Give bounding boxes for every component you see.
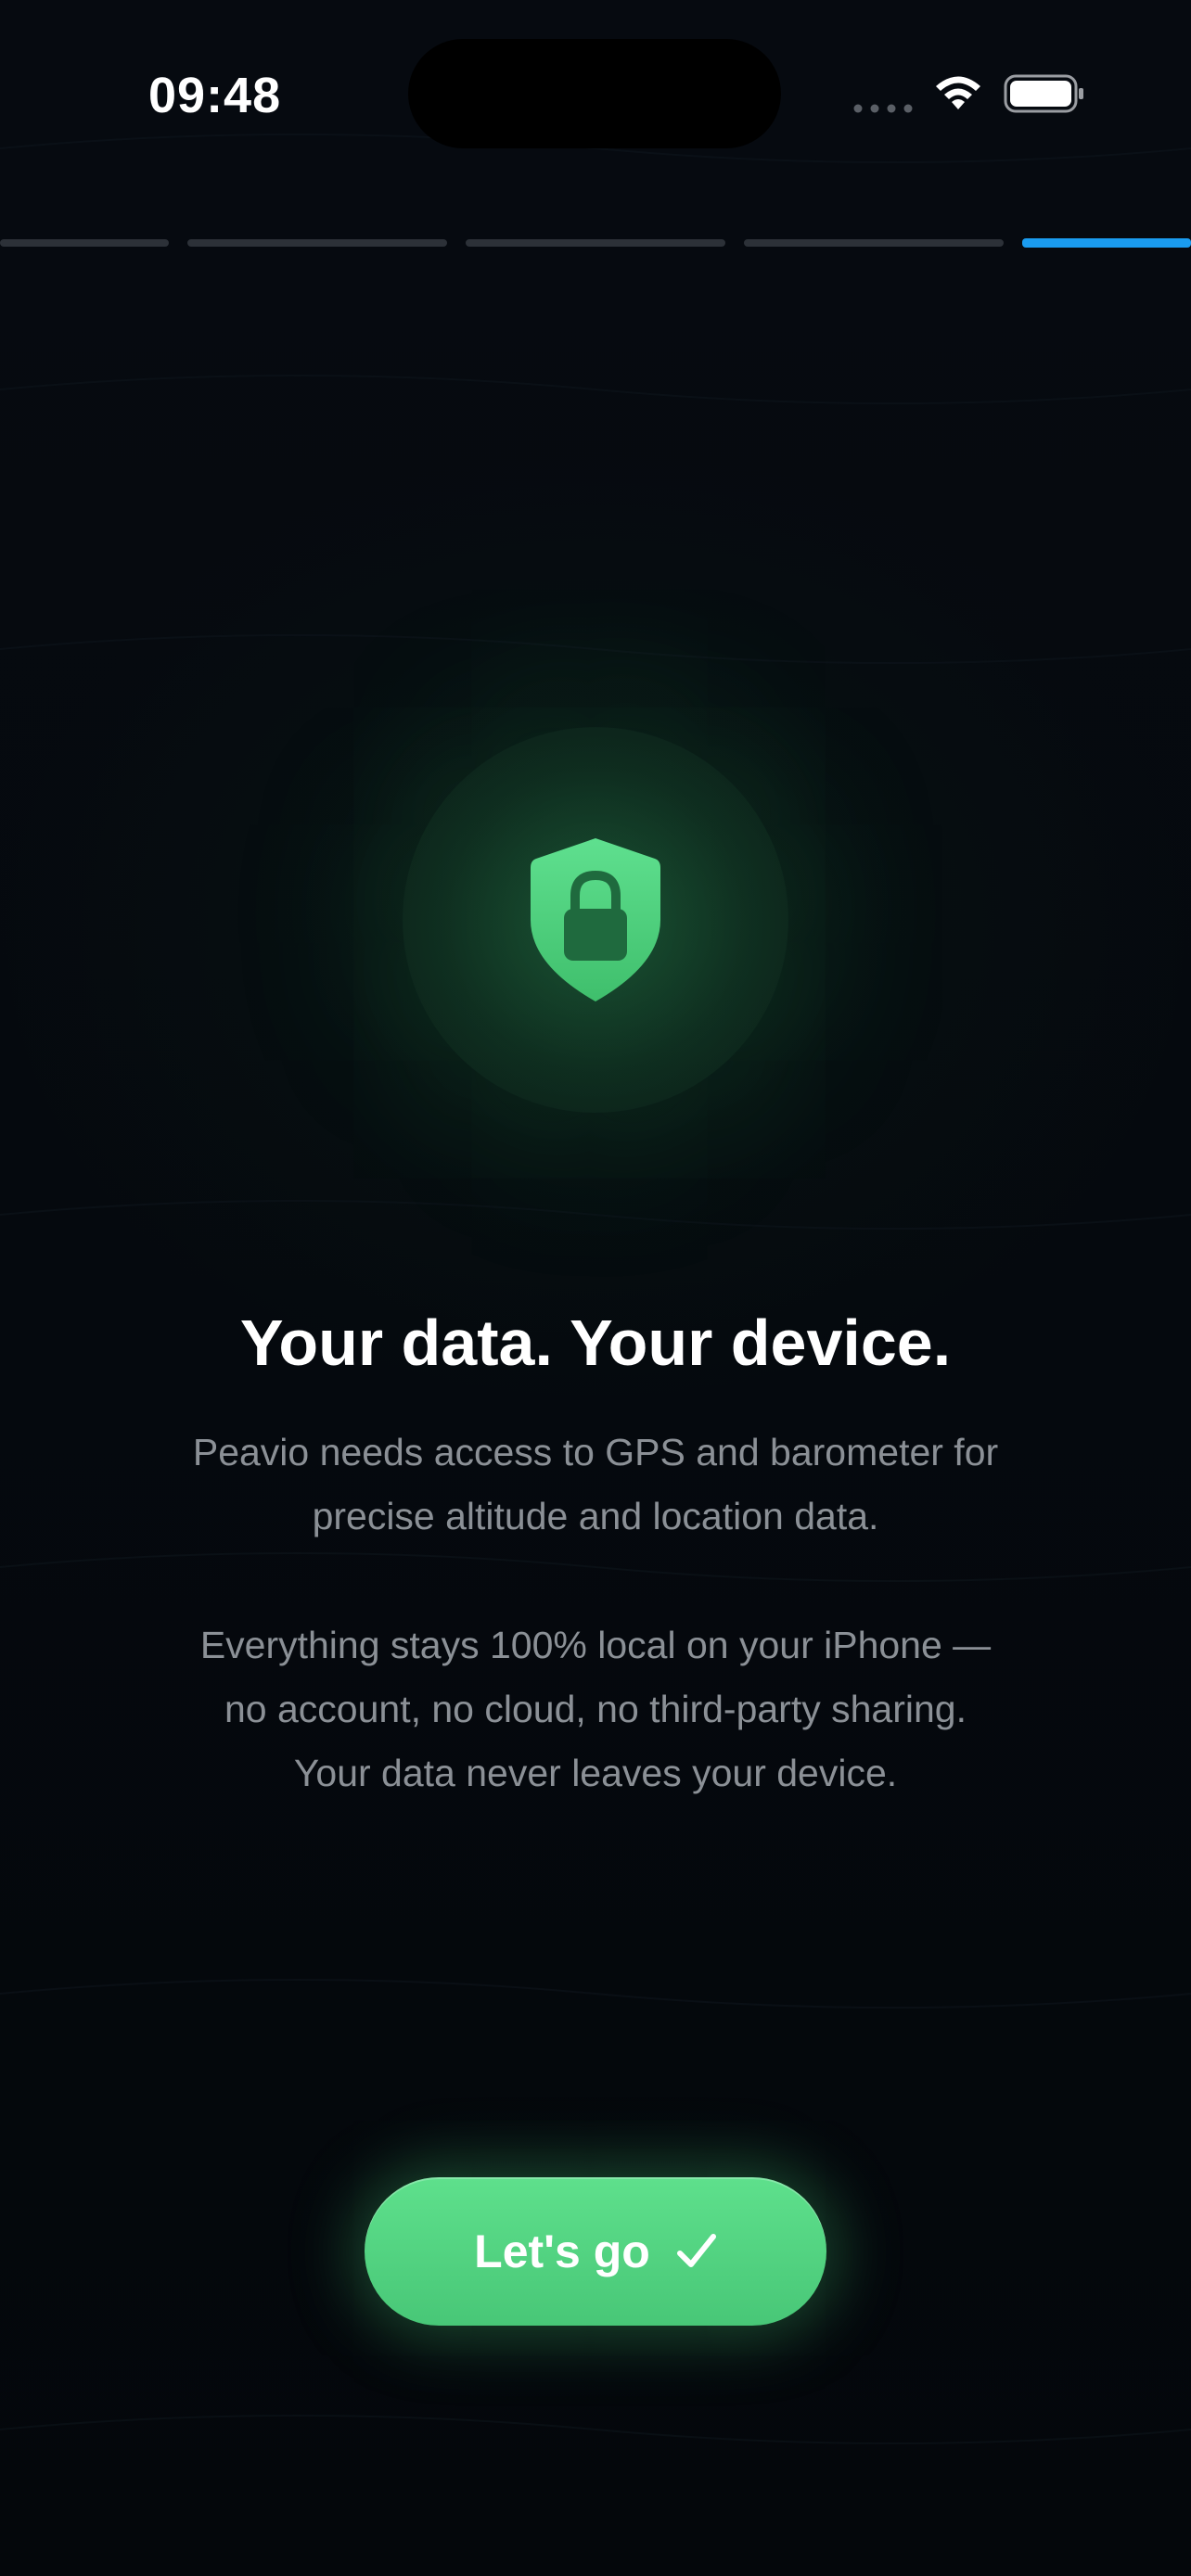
progress-segment-active [1022, 238, 1191, 248]
dynamic-island [408, 39, 781, 148]
text-line: precise altitude and location data. [312, 1495, 879, 1537]
battery-icon [1004, 74, 1083, 113]
lets-go-label: Let's go [474, 2225, 650, 2277]
status-bar: 09:48 [0, 0, 1191, 195]
progress-segment [466, 239, 725, 247]
progress-segment [0, 239, 169, 247]
shield-lock-icon [531, 838, 660, 1001]
page-title: Your data. Your device. [239, 1307, 952, 1379]
lets-go-button[interactable]: Let's go [365, 2177, 826, 2326]
wifi-icon [936, 76, 980, 109]
text-line: Everything stays 100% local on your iPho… [199, 1624, 992, 1666]
progress-segment [744, 239, 1004, 247]
onboarding-progress [0, 238, 1191, 250]
permission-description: Peavio needs access to GPS and barometer… [132, 1421, 1059, 1549]
checkmark-icon [676, 2234, 716, 2267]
text-line: no account, no cloud, no third-party sha… [224, 1688, 967, 1730]
status-time: 09:48 [148, 68, 282, 123]
progress-segment [187, 239, 447, 247]
text-line: Peavio needs access to GPS and barometer… [192, 1431, 999, 1473]
privacy-description: Everything stays 100% local on your iPho… [132, 1613, 1059, 1805]
cellular-signal-icon [853, 104, 913, 113]
text-line: Your data never leaves your device. [293, 1752, 898, 1794]
